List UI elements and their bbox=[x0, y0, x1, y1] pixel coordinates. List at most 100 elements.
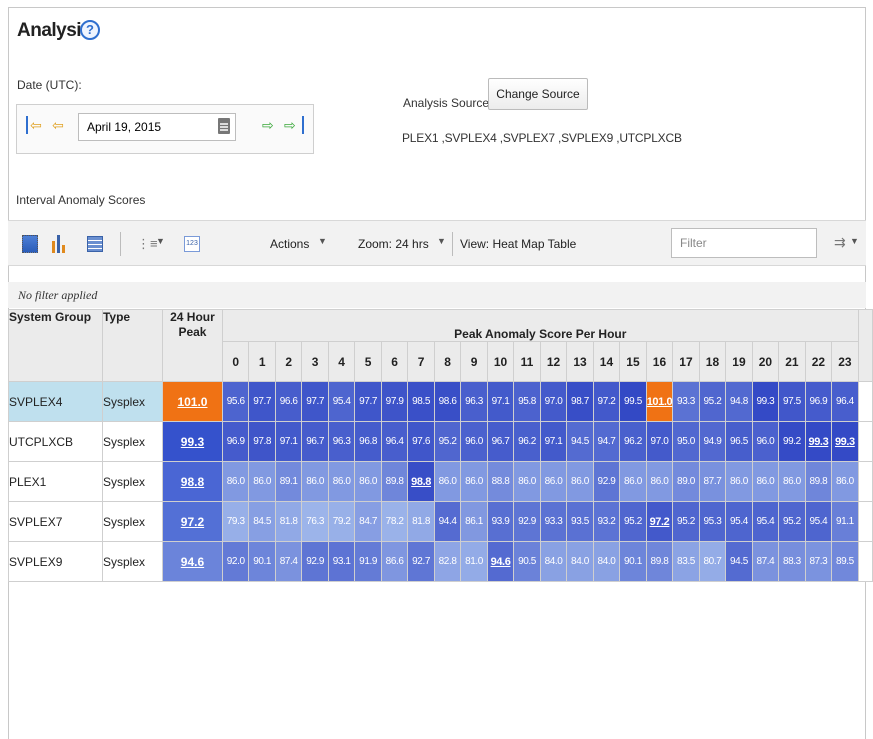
heat-cell[interactable]: 95.4 bbox=[804, 501, 833, 542]
column-header-hour[interactable]: 16 bbox=[645, 341, 674, 382]
previous-day-icon[interactable]: ⇦ bbox=[52, 116, 64, 134]
heat-cell[interactable]: 89.0 bbox=[672, 461, 700, 502]
heat-cell[interactable]: 96.3 bbox=[327, 421, 356, 462]
heat-cell[interactable]: 86.0 bbox=[513, 461, 541, 502]
zoom-menu[interactable]: Zoom: 24 hrs bbox=[358, 237, 429, 251]
heat-cell[interactable]: 78.2 bbox=[380, 501, 409, 542]
column-header-hour[interactable]: 22 bbox=[804, 341, 833, 382]
heat-cell[interactable]: 79.3 bbox=[221, 501, 250, 542]
change-source-button[interactable]: Change Source bbox=[488, 78, 588, 110]
list-options-caret-icon[interactable]: ▼ bbox=[156, 236, 165, 246]
heat-cell[interactable]: 92.9 bbox=[592, 461, 621, 502]
heat-cell[interactable]: 84.0 bbox=[592, 541, 621, 582]
heat-cell[interactable]: 86.0 bbox=[354, 461, 382, 502]
heat-cell[interactable]: 86.0 bbox=[221, 461, 250, 502]
heat-cell[interactable]: 99.2 bbox=[778, 421, 806, 462]
heat-cell[interactable]: 94.6 bbox=[486, 541, 515, 582]
column-header-hour[interactable]: 20 bbox=[751, 341, 780, 382]
column-header-hour[interactable]: 11 bbox=[513, 341, 541, 382]
heat-cell[interactable]: 97.9 bbox=[380, 381, 409, 422]
heat-cell[interactable]: 95.8 bbox=[513, 381, 541, 422]
heat-cell[interactable]: 93.2 bbox=[592, 501, 621, 542]
heat-cell[interactable]: 86.0 bbox=[566, 461, 594, 502]
heat-cell[interactable]: 95.2 bbox=[698, 381, 727, 422]
list-options-icon[interactable]: ⋮≡ bbox=[137, 235, 158, 253]
table-view-icon[interactable] bbox=[87, 236, 103, 252]
heat-cell[interactable]: 87.4 bbox=[751, 541, 780, 582]
column-header-hour[interactable]: 3 bbox=[301, 341, 329, 382]
heat-cell[interactable]: 84.7 bbox=[354, 501, 382, 542]
actions-caret-icon[interactable]: ▼ bbox=[318, 236, 327, 246]
heat-cell[interactable]: 89.8 bbox=[645, 541, 674, 582]
heat-cell[interactable]: 84.0 bbox=[539, 541, 568, 582]
heat-cell[interactable]: 98.6 bbox=[433, 381, 462, 422]
heat-cell[interactable]: 79.2 bbox=[327, 501, 356, 542]
heat-cell[interactable]: 96.9 bbox=[804, 381, 833, 422]
heat-cell[interactable]: 86.0 bbox=[248, 461, 276, 502]
heat-cell[interactable]: 97.0 bbox=[645, 421, 674, 462]
heat-cell[interactable]: 92.9 bbox=[301, 541, 329, 582]
system-group-cell[interactable]: SVPLEX4 bbox=[8, 381, 103, 422]
table-row[interactable]: SVPLEX7 Sysplex 97.2 79.3 84.5 81.8 76.3 79.2 84… bbox=[8, 501, 873, 542]
column-header-system-group[interactable]: System Group bbox=[8, 309, 103, 382]
heat-cell[interactable]: 82.8 bbox=[433, 541, 462, 582]
column-header-hour[interactable]: 17 bbox=[672, 341, 700, 382]
heat-cell[interactable]: 93.5 bbox=[566, 501, 594, 542]
heatmap-view-icon[interactable] bbox=[22, 235, 38, 253]
filter-input[interactable] bbox=[671, 228, 817, 258]
heat-cell[interactable]: 86.0 bbox=[751, 461, 780, 502]
heat-cell[interactable]: 76.3 bbox=[301, 501, 329, 542]
heat-cell[interactable]: 86.0 bbox=[433, 461, 462, 502]
heat-cell[interactable]: 86.0 bbox=[645, 461, 674, 502]
heat-cell[interactable]: 96.7 bbox=[486, 421, 515, 462]
heat-cell[interactable]: 89.1 bbox=[274, 461, 303, 502]
heat-cell[interactable]: 87.3 bbox=[804, 541, 833, 582]
heat-cell[interactable]: 86.0 bbox=[301, 461, 329, 502]
calendar-icon[interactable] bbox=[218, 118, 230, 134]
column-header-hour[interactable]: 12 bbox=[539, 341, 568, 382]
last-day-icon[interactable]: ⇨ bbox=[284, 116, 296, 134]
heat-cell[interactable]: 96.2 bbox=[513, 421, 541, 462]
column-header-hour[interactable]: 21 bbox=[778, 341, 806, 382]
heat-cell[interactable]: 96.5 bbox=[725, 421, 753, 462]
heat-cell[interactable]: 95.6 bbox=[221, 381, 250, 422]
column-header-hour[interactable]: 7 bbox=[407, 341, 435, 382]
heat-cell[interactable]: 94.9 bbox=[698, 421, 727, 462]
heat-cell[interactable]: 95.2 bbox=[619, 501, 647, 542]
peak-cell[interactable]: 101.0 bbox=[161, 381, 223, 422]
heat-cell[interactable]: 96.2 bbox=[619, 421, 647, 462]
heat-cell[interactable]: 86.1 bbox=[460, 501, 488, 542]
heat-cell[interactable]: 81.8 bbox=[407, 501, 435, 542]
column-header-hour[interactable]: 1 bbox=[248, 341, 276, 382]
heat-cell[interactable]: 95.2 bbox=[433, 421, 462, 462]
heat-cell[interactable]: 86.0 bbox=[327, 461, 356, 502]
heat-cell[interactable]: 93.3 bbox=[539, 501, 568, 542]
peak-cell[interactable]: 97.2 bbox=[161, 501, 223, 542]
heat-cell[interactable]: 94.5 bbox=[566, 421, 594, 462]
next-day-icon[interactable]: ⇨ bbox=[262, 116, 274, 134]
heat-cell[interactable]: 96.3 bbox=[460, 381, 488, 422]
heat-cell[interactable]: 96.8 bbox=[354, 421, 382, 462]
heat-cell[interactable]: 91.9 bbox=[354, 541, 382, 582]
heat-cell[interactable]: 94.4 bbox=[433, 501, 462, 542]
heat-cell[interactable]: 97.7 bbox=[354, 381, 382, 422]
help-icon[interactable]: ? bbox=[80, 20, 100, 40]
heat-cell[interactable]: 93.3 bbox=[672, 381, 700, 422]
heat-cell[interactable]: 95.4 bbox=[751, 501, 780, 542]
heat-cell[interactable]: 87.7 bbox=[698, 461, 727, 502]
table-row[interactable]: SVPLEX4 Sysplex 101.0 95.6 97.7 96.6 97.7 95.4 9… bbox=[8, 381, 873, 422]
heat-cell[interactable]: 98.7 bbox=[566, 381, 594, 422]
heat-cell[interactable]: 95.4 bbox=[327, 381, 356, 422]
heat-cell[interactable]: 96.4 bbox=[831, 381, 859, 422]
heat-cell[interactable]: 84.5 bbox=[248, 501, 276, 542]
heat-cell[interactable]: 94.8 bbox=[725, 381, 753, 422]
heat-cell[interactable]: 89.5 bbox=[831, 541, 859, 582]
column-header-hour[interactable]: 10 bbox=[486, 341, 515, 382]
heat-cell[interactable]: 94.7 bbox=[592, 421, 621, 462]
actions-menu[interactable]: Actions bbox=[270, 237, 309, 251]
heat-cell[interactable]: 97.7 bbox=[301, 381, 329, 422]
heat-cell[interactable]: 86.0 bbox=[831, 461, 859, 502]
system-group-cell[interactable]: SVPLEX9 bbox=[8, 541, 103, 582]
heat-cell[interactable]: 92.0 bbox=[221, 541, 250, 582]
heat-cell[interactable]: 98.5 bbox=[407, 381, 435, 422]
